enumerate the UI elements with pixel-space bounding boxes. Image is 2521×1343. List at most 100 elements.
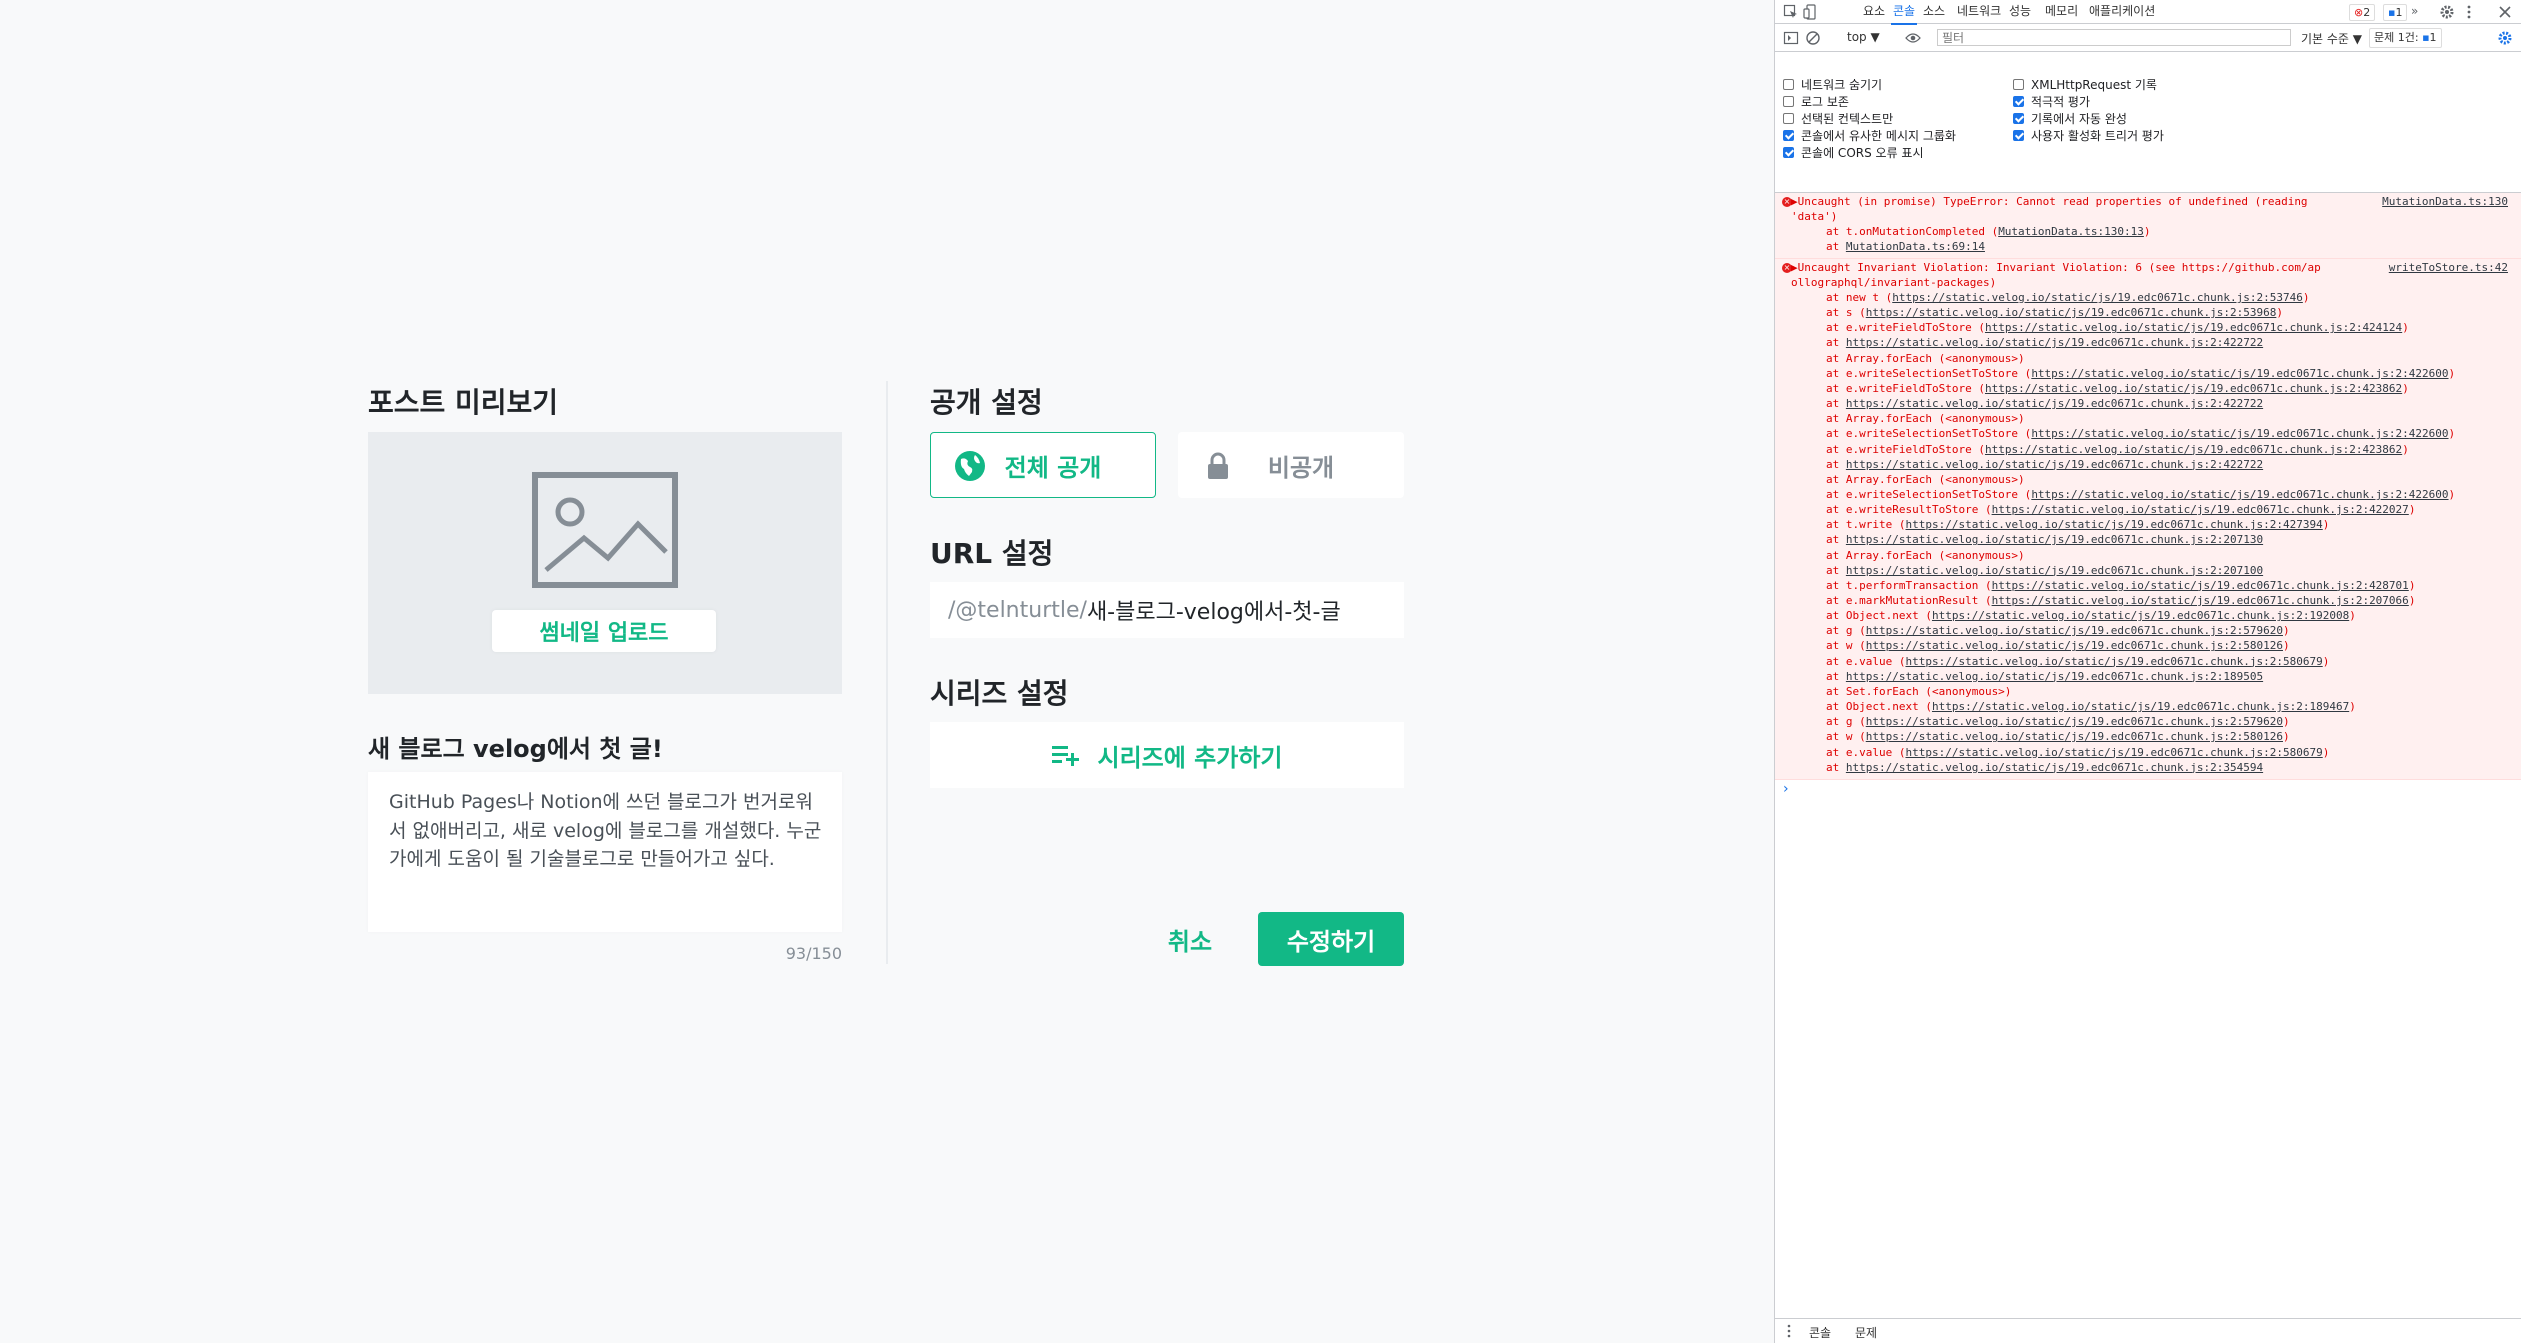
settings-gear-icon[interactable] — [2439, 4, 2455, 20]
stack-frame-link[interactable]: https://static.velog.io/static/js/19.edc… — [1846, 564, 2263, 577]
drawer-tab-issues[interactable]: 문제 — [1855, 1324, 1877, 1341]
console-setting-checkbox[interactable]: 로그 보존 — [1783, 93, 1849, 110]
stack-frame-link[interactable]: https://static.velog.io/static/js/19.edc… — [1866, 730, 2283, 743]
stack-frame-text: at t.write ( — [1826, 518, 1906, 532]
stack-frame-link[interactable]: https://static.velog.io/static/js/19.edc… — [1905, 518, 2322, 531]
stack-frame-link[interactable]: https://static.velog.io/static/js/19.edc… — [1905, 746, 2322, 759]
stack-frame-link[interactable]: https://static.velog.io/static/js/19.edc… — [1905, 655, 2322, 668]
error-count-badge[interactable]: ⊗2 — [2349, 4, 2376, 21]
console-setting-checkbox[interactable]: 콘솔에서 유사한 메시지 그룹화 — [1783, 127, 1956, 144]
checkbox-checked-icon[interactable] — [2013, 113, 2024, 124]
stack-frame-link[interactable]: https://static.velog.io/static/js/19.edc… — [1846, 761, 2263, 774]
devtools-tab-6[interactable]: 애플리케이션 — [2087, 0, 2157, 23]
device-toolbar-icon[interactable] — [1803, 4, 1819, 20]
devtools-tab-4[interactable]: 성능 — [2007, 0, 2033, 23]
stack-frame-link[interactable]: https://static.velog.io/static/js/19.edc… — [1892, 291, 2303, 304]
console-error-message[interactable]: × ▶Uncaught Invariant Violation: Invarian… — [1775, 259, 2521, 780]
context-selector[interactable]: top ▼ — [1847, 30, 1880, 44]
stack-frame-link[interactable]: https://static.velog.io/static/js/19.edc… — [2031, 367, 2448, 380]
visibility-public-button[interactable]: 전체 공개 — [930, 432, 1156, 498]
devtools-tab-1[interactable]: 콘솔 — [1891, 0, 1918, 25]
console-setting-checkbox[interactable]: 기록에서 자동 완성 — [2013, 110, 2127, 127]
filter-input[interactable] — [1937, 29, 2291, 46]
log-level-selector[interactable]: 기본 수준 ▼ — [2301, 30, 2362, 47]
checkbox-unchecked-icon[interactable] — [2013, 79, 2024, 90]
stack-frame-link[interactable]: https://static.velog.io/static/js/19.edc… — [1846, 533, 2263, 546]
description-textarea[interactable]: GitHub Pages나 Notion에 쓰던 블로그가 번거로워서 없애버리… — [368, 772, 842, 932]
url-slug[interactable]: 새-블로그-velog에서-첫-글 — [1087, 594, 1341, 626]
stack-frame-text: at g ( — [1826, 715, 1866, 729]
live-expression-eye-icon[interactable] — [1905, 30, 1921, 46]
stack-frame: at Array.forEach (<anonymous>) — [1826, 473, 2025, 487]
more-tabs-button[interactable]: » — [2409, 0, 2420, 23]
cancel-button[interactable]: 취소 — [1150, 912, 1230, 966]
checkbox-unchecked-icon[interactable] — [1783, 113, 1794, 124]
error-text[interactable]: ▶Uncaught Invariant Violation: Invariant… — [1791, 261, 2321, 275]
stack-frame-link[interactable]: https://static.velog.io/static/js/19.edc… — [1846, 458, 2263, 471]
devtools-tab-0[interactable]: 요소 — [1861, 0, 1887, 23]
devtools-tab-3[interactable]: 네트워크 — [1955, 0, 2003, 23]
stack-frame-link[interactable]: https://static.velog.io/static/js/19.edc… — [1866, 624, 2283, 637]
stack-frame-link[interactable]: https://static.velog.io/static/js/19.edc… — [2031, 427, 2448, 440]
stack-frame-link[interactable]: MutationData.ts:130:13 — [1998, 225, 2144, 238]
stack-frame-link[interactable]: https://static.velog.io/static/js/19.edc… — [1985, 382, 2402, 395]
drawer-tab-console[interactable]: 콘솔 — [1809, 1324, 1831, 1341]
devtools-tabbar: » ⊗2 ▪1 요소 콘솔 소스 네트워크 성능 메모리 애플리케이션 — [1775, 0, 2521, 25]
error-text[interactable]: ▶Uncaught (in promise) TypeError: Cannot… — [1791, 195, 2308, 209]
issue-count-badge[interactable]: ▪1 — [2383, 4, 2408, 21]
sidebar-toggle-icon[interactable] — [1783, 30, 1799, 46]
url-input[interactable]: /@telnturtle/ 새-블로그-velog에서-첫-글 — [930, 582, 1404, 638]
stack-frame-link[interactable]: MutationData.ts:69:14 — [1846, 240, 1985, 253]
stack-frame-link[interactable]: https://static.velog.io/static/js/19.edc… — [1866, 639, 2283, 652]
console-settings-gear-icon[interactable] — [2497, 30, 2513, 46]
checkbox-checked-icon[interactable] — [2013, 130, 2024, 141]
checkbox-checked-icon[interactable] — [2013, 96, 2024, 107]
stack-frame-link[interactable]: https://static.velog.io/static/js/19.edc… — [1846, 336, 2263, 349]
console-setting-checkbox[interactable]: 사용자 활성화 트리거 평가 — [2013, 127, 2164, 144]
console-setting-checkbox[interactable]: XMLHttpRequest 기록 — [2013, 76, 2157, 93]
description-text[interactable]: GitHub Pages나 Notion에 쓰던 블로그가 번거로워서 없애버리… — [389, 788, 829, 874]
console-setting-checkbox[interactable]: 선택된 컨텍스트만 — [1783, 110, 1893, 127]
checkbox-unchecked-icon[interactable] — [1783, 96, 1794, 107]
devtools-tab-2[interactable]: 소스 — [1921, 0, 1947, 23]
stack-frame-tail: ) — [2302, 291, 2310, 304]
inspect-element-icon[interactable] — [1783, 4, 1799, 20]
stack-frame-link[interactable]: https://static.velog.io/static/js/19.edc… — [1846, 397, 2263, 410]
stack-frame-tail: ) — [2282, 624, 2290, 638]
stack-frame-tail: ) — [2282, 639, 2290, 653]
stack-frame-link[interactable]: https://static.velog.io/static/js/19.edc… — [1992, 579, 2409, 592]
stack-frame-link[interactable]: https://static.velog.io/static/js/19.edc… — [1866, 715, 2283, 728]
stack-frame-link[interactable]: https://static.velog.io/static/js/19.edc… — [1846, 670, 2263, 683]
console-prompt[interactable]: › — [1783, 781, 1789, 797]
console-setting-checkbox[interactable]: 콘솔에 CORS 오류 표시 — [1783, 144, 1924, 161]
stack-frame-link[interactable]: https://static.velog.io/static/js/19.edc… — [1992, 503, 2409, 516]
console-setting-checkbox[interactable]: 적극적 평가 — [2013, 93, 2090, 110]
stack-frame-link[interactable]: https://static.velog.io/static/js/19.edc… — [1866, 306, 2277, 319]
stack-frame: at t.write (https://static.velog.io/stat… — [1826, 518, 2329, 532]
stack-frame-link[interactable]: https://static.velog.io/static/js/19.edc… — [1985, 443, 2402, 456]
drawer-menu-icon[interactable] — [1781, 1323, 1797, 1339]
devtools-tab-5[interactable]: 메모리 — [2043, 0, 2080, 23]
checkbox-unchecked-icon[interactable] — [1783, 79, 1794, 90]
clear-console-icon[interactable] — [1805, 30, 1821, 46]
devtools-drawer: 콘솔 문제 — [1775, 1318, 2521, 1343]
add-to-series-button[interactable]: 시리즈에 추가하기 — [930, 722, 1404, 788]
issues-button[interactable]: 문제 1건: ▪1 — [2369, 28, 2442, 48]
stack-frame-link[interactable]: https://static.velog.io/static/js/19.edc… — [1932, 700, 2349, 713]
console-setting-checkbox[interactable]: 네트워크 숨기기 — [1783, 76, 1882, 93]
error-source-link[interactable]: MutationData.ts:130 — [2382, 195, 2508, 209]
stack-frame-link[interactable]: https://static.velog.io/static/js/19.edc… — [1985, 321, 2402, 334]
more-options-icon[interactable] — [2461, 4, 2477, 20]
stack-frame: at https://static.velog.io/static/js/19.… — [1826, 761, 2263, 775]
checkbox-checked-icon[interactable] — [1783, 130, 1794, 141]
error-source-link[interactable]: writeToStore.ts:42 — [2389, 261, 2508, 275]
thumbnail-upload-button[interactable]: 썸네일 업로드 — [492, 610, 716, 652]
visibility-private-button[interactable]: 비공개 — [1178, 432, 1404, 498]
checkbox-checked-icon[interactable] — [1783, 147, 1794, 158]
console-error-message[interactable]: × ▶Uncaught (in promise) TypeError: Canno… — [1775, 193, 2521, 259]
stack-frame-link[interactable]: https://static.velog.io/static/js/19.edc… — [1992, 594, 2409, 607]
stack-frame-link[interactable]: https://static.velog.io/static/js/19.edc… — [1932, 609, 2349, 622]
stack-frame-link[interactable]: https://static.velog.io/static/js/19.edc… — [2031, 488, 2448, 501]
submit-button[interactable]: 수정하기 — [1258, 912, 1404, 966]
close-icon[interactable] — [2497, 4, 2513, 20]
